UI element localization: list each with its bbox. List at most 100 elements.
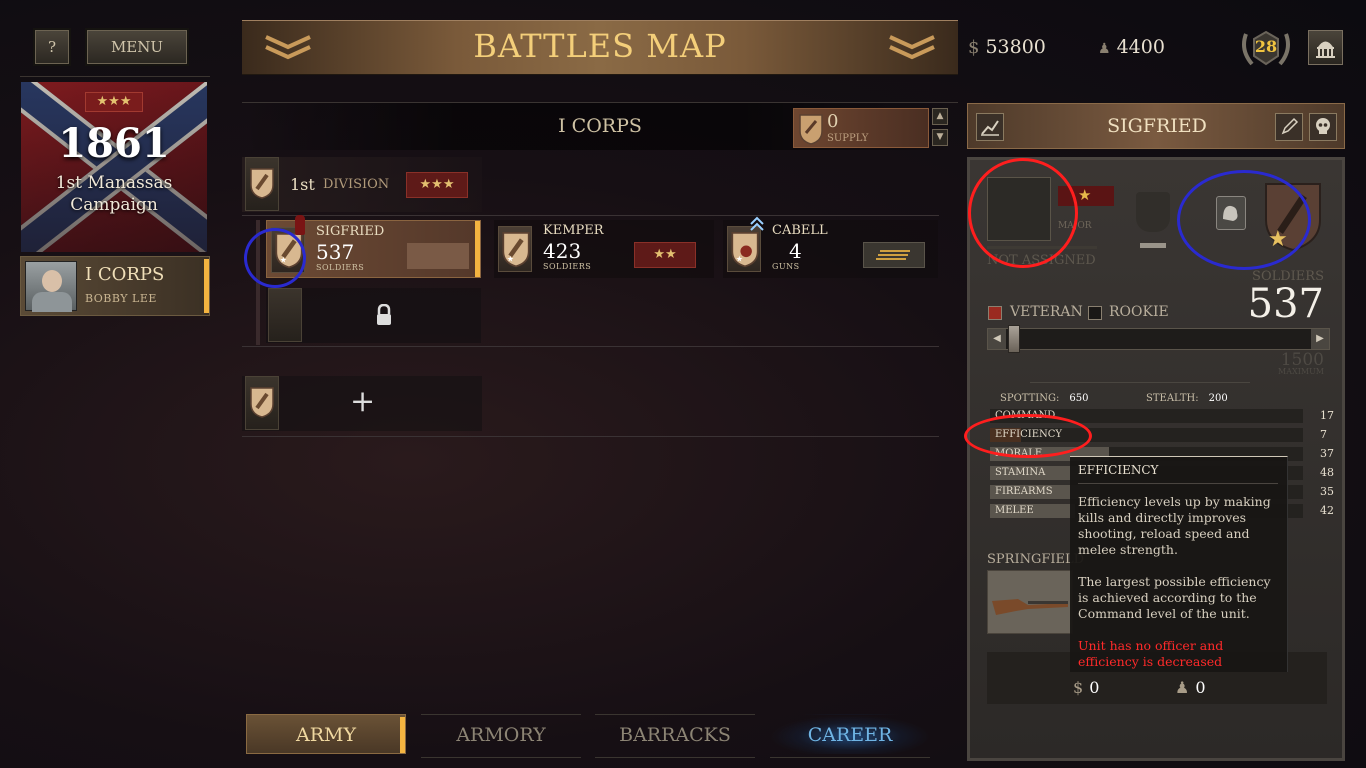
help-button[interactable]: ? (35, 30, 69, 64)
unit-count: 4 (789, 239, 802, 263)
veteran-label: VETERAN (1010, 304, 1083, 320)
maximum-label: MAXIMUM (1278, 367, 1324, 376)
unit-detail-header: SIGFRIED (967, 103, 1345, 149)
unit-icon: ★ (498, 226, 532, 272)
efficiency-tooltip: EFFICIENCY Efficiency levels up by makin… (1070, 456, 1288, 672)
disband-button[interactable] (1309, 113, 1337, 141)
tab-label: ARMORY (456, 724, 546, 746)
unit-marker-icon (295, 215, 305, 235)
spotting-stat: SPOTTING: 650 (1000, 393, 1089, 404)
officer-status: NOT ASSIGNED (987, 253, 1096, 268)
corps-card[interactable]: I CORPS BOBBY LEE (20, 256, 210, 316)
slider-left-arrow[interactable]: ◀ (988, 329, 1006, 349)
stat-name: MORALE (995, 448, 1043, 459)
promote-icon (750, 216, 764, 231)
veteran-checkbox[interactable] (988, 306, 1002, 320)
division-number: 1st (290, 175, 315, 194)
cost-manpower: ♟ 0 (1175, 678, 1206, 697)
page-title: BATTLES MAP (473, 27, 727, 65)
stealth-stat: STEALTH: 200 (1146, 393, 1228, 404)
supply-up-button[interactable]: ▲ (932, 108, 948, 125)
division-row[interactable]: 1st DIVISION ★★★ (242, 157, 482, 212)
unit-name: KEMPER (543, 223, 604, 238)
manpower-counter: ♟ 4400 (1098, 36, 1165, 58)
supply-label: SUPPLY (827, 133, 869, 144)
capitol-button[interactable] (1308, 30, 1343, 65)
stat-name: EFFICIENCY (995, 429, 1063, 440)
unit-name: CABELL (772, 223, 828, 238)
tree-connector (256, 220, 260, 345)
campaign-name-line1: 1st Manassas (55, 173, 173, 193)
tooltip-description: The largest possible efficiency is achie… (1078, 574, 1271, 621)
chevron-down-icon[interactable] (888, 35, 936, 61)
badge-progress (1140, 243, 1166, 248)
slider-right-arrow[interactable]: ▶ (1311, 329, 1329, 349)
officer-xp-bar (987, 246, 1097, 249)
tab-armory[interactable]: ARMORY (421, 714, 581, 758)
officer-rank: MAJOR (1058, 221, 1092, 231)
shield-icon (799, 114, 823, 145)
svg-text:★: ★ (1268, 227, 1288, 252)
divider (242, 215, 939, 216)
add-division-button[interactable]: + (350, 384, 375, 419)
dollar-icon: $ (968, 37, 980, 58)
supply-down-button[interactable]: ▼ (932, 129, 948, 146)
selected-accent (475, 221, 480, 277)
skull-icon (1316, 118, 1330, 134)
bars-icon (876, 250, 910, 260)
soldiers-slider[interactable]: ◀ ▶ (987, 325, 1330, 353)
officer-slot[interactable] (987, 177, 1051, 241)
locked-unit-slot (266, 288, 481, 343)
manpower-value: 4400 (1116, 36, 1165, 58)
tab-barracks[interactable]: BARRACKS (595, 714, 755, 758)
tab-label: ARMY (295, 724, 357, 746)
stat-name: FIREARMS (995, 486, 1053, 497)
unit-rank-tag (863, 242, 925, 268)
add-division-row[interactable]: + (242, 376, 482, 431)
unit-card-cabell[interactable]: ★ CABELL 4 GUNS (723, 216, 938, 278)
soldier-icon: ♟ (1175, 678, 1190, 697)
shield-icon (250, 168, 274, 199)
rank-level: 28 (1254, 37, 1278, 56)
rookie-label: ROOKIE (1109, 304, 1169, 320)
menu-button[interactable]: MENU (87, 30, 187, 64)
empty-badge-slot (1136, 192, 1170, 232)
bicep-icon[interactable] (1216, 196, 1246, 230)
supply-box: 0 SUPPLY (793, 108, 929, 148)
stat-name: COMMAND (995, 410, 1056, 421)
divider (242, 346, 939, 347)
corps-header: I CORPS 0 SUPPLY ▲ ▼ (242, 102, 958, 150)
rookie-checkbox[interactable] (1088, 306, 1102, 320)
slider-handle[interactable] (1007, 325, 1020, 353)
rank-badge[interactable]: 28 (1238, 26, 1294, 70)
rename-button[interactable] (1275, 113, 1303, 141)
tab-label: BARRACKS (619, 724, 731, 746)
unit-card-kemper[interactable]: ★ KEMPER 423 SOLDIERS ★★ (494, 220, 714, 278)
stat-value: 7 (1320, 428, 1327, 441)
divider (242, 436, 939, 437)
dollar-icon: $ (1073, 678, 1084, 697)
artillery-shield-icon: ★ (731, 231, 759, 268)
cost-money: $0 (1073, 678, 1100, 697)
tooltip-title: EFFICIENCY (1078, 463, 1159, 477)
campaign-card[interactable]: ★★★ 1861 1st Manassas Campaign (21, 82, 207, 252)
shield-icon (250, 387, 274, 418)
supply-value: 0 (827, 111, 839, 132)
weapon-slot[interactable] (987, 570, 1073, 634)
stat-value: 17 (1320, 409, 1334, 422)
campaign-stars: ★★★ (85, 92, 143, 112)
division-stars: ★★★ (406, 172, 468, 198)
stat-row-efficiency[interactable]: EFFICIENCY 7 (990, 428, 1327, 442)
unit-count-label: SOLDIERS (316, 263, 365, 272)
shield-icon: ★ (275, 232, 303, 269)
title-banner: BATTLES MAP (242, 20, 958, 75)
stat-row-command[interactable]: COMMAND 17 (990, 409, 1334, 423)
unit-card-sigfried[interactable]: ★ SIGFRIED 537 SOLDIERS (266, 215, 481, 278)
corps-name: I CORPS (85, 264, 165, 285)
stat-value: 35 (1320, 485, 1334, 498)
tab-career[interactable]: CAREER (770, 714, 930, 758)
unit-count: 423 (543, 239, 582, 263)
capitol-icon (1316, 41, 1335, 58)
unit-count: 537 (316, 240, 355, 264)
tab-army[interactable]: ARMY (246, 714, 406, 754)
